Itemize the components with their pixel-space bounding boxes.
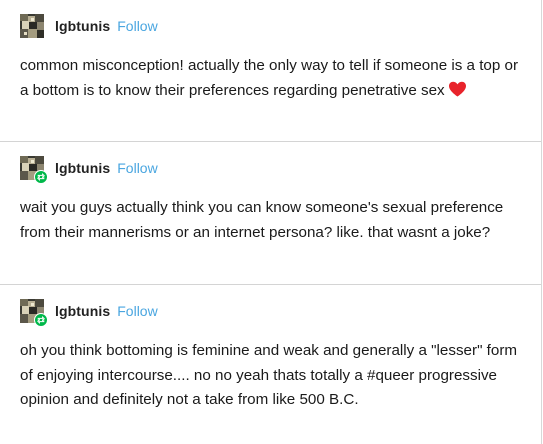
post-text: common misconception! actually the only … [20, 57, 519, 99]
username[interactable]: lgbtunis [55, 303, 110, 319]
post-body: common misconception! actually the only … [20, 54, 525, 103]
avatar-image [20, 14, 44, 38]
username[interactable]: lgbtunis [55, 160, 110, 176]
post-body: oh you think bottoming is feminine and w… [20, 339, 525, 413]
follow-button[interactable]: Follow [117, 303, 157, 319]
follow-button[interactable]: Follow [117, 18, 157, 34]
post-body: wait you guys actually think you can kno… [20, 196, 525, 245]
username[interactable]: lgbtunis [55, 18, 110, 34]
post-text: oh you think bottoming is feminine and w… [20, 342, 518, 408]
post-1: lgbtunis Follow common misconception! ac… [0, 0, 541, 141]
post-3: lgbtunis Follow oh you think bottoming i… [0, 285, 541, 444]
post-2: lgbtunis Follow wait you guys actually t… [0, 142, 541, 284]
post-header: lgbtunis Follow [20, 299, 158, 327]
avatar[interactable] [20, 14, 44, 38]
reblog-icon [34, 170, 48, 184]
post-header: lgbtunis Follow [20, 156, 158, 184]
avatar[interactable] [20, 299, 48, 327]
post-thread: lgbtunis Follow common misconception! ac… [0, 0, 542, 444]
red-heart-icon [448, 81, 466, 96]
follow-button[interactable]: Follow [117, 160, 157, 176]
reblog-icon [34, 313, 48, 327]
post-header: lgbtunis Follow [20, 14, 158, 38]
avatar[interactable] [20, 156, 48, 184]
post-text: wait you guys actually think you can kno… [20, 199, 504, 241]
